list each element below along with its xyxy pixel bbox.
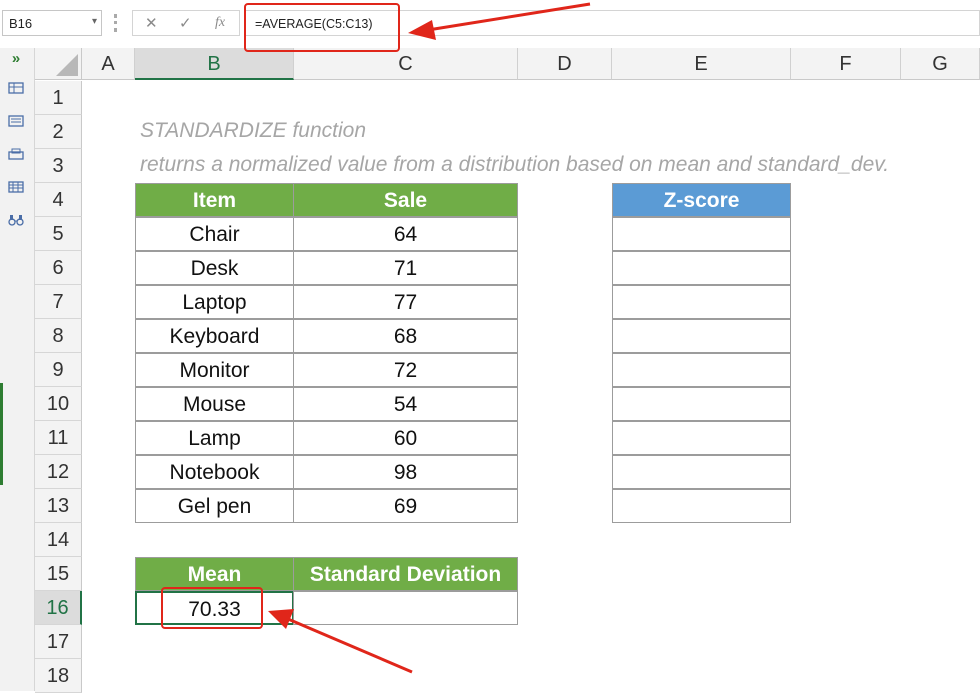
zscore-cell[interactable] [612,319,791,353]
sale-cell[interactable]: 68 [293,319,518,353]
expand-icon[interactable]: » [7,51,25,66]
sale-cell[interactable]: 54 [293,387,518,421]
sale-cell[interactable]: 98 [293,455,518,489]
header-zscore[interactable]: Z-score [612,183,791,217]
item-cell[interactable]: Mouse [135,387,294,421]
row-header-14[interactable]: 14 [35,523,82,557]
item-cell[interactable]: Notebook [135,455,294,489]
row-header-12[interactable]: 12 [35,455,82,489]
mean-highlight-box [161,587,263,629]
row-header-5[interactable]: 5 [35,217,82,251]
row-header-18[interactable]: 18 [35,659,82,693]
header-item[interactable]: Item [135,183,294,217]
header-mean[interactable]: Mean [135,557,294,591]
zscore-cell[interactable] [612,251,791,285]
item-cell[interactable]: Monitor [135,353,294,387]
column-header-c[interactable]: C [294,48,518,80]
row-header-10[interactable]: 10 [35,387,82,421]
item-cell[interactable]: Gel pen [135,489,294,523]
row-header-15[interactable]: 15 [35,557,82,591]
row-header-3[interactable]: 3 [35,149,82,183]
zscore-cell[interactable] [612,421,791,455]
row-header-9[interactable]: 9 [35,353,82,387]
sale-cell[interactable]: 69 [293,489,518,523]
column-header-a[interactable]: A [82,48,135,80]
chevron-down-icon[interactable]: ▾ [92,16,97,27]
enter-icon[interactable]: ✓ [179,14,192,32]
cancel-icon[interactable]: ✕ [145,14,158,32]
name-box-value: B16 [9,16,33,31]
zscore-cell[interactable] [612,285,791,319]
column-header-d[interactable]: D [518,48,612,80]
row-header-4[interactable]: 4 [35,183,82,217]
zscore-cell[interactable] [612,217,791,251]
formula-buttons: ✕ ✓ fx [132,10,240,36]
separator-dots [114,14,120,32]
column-header-b[interactable]: B [135,48,294,80]
formula-bar: B16 ▾ ✕ ✓ fx =AVERAGE(C5:C13) [0,0,980,49]
table-icon[interactable] [7,82,25,96]
toolbar-accent-line [0,383,3,485]
function-title: STANDARDIZE function [140,119,367,142]
item-cell[interactable]: Laptop [135,285,294,319]
binoculars-icon[interactable] [7,214,25,228]
header-standard-deviation[interactable]: Standard Deviation [293,557,518,591]
formula-highlight-box [244,3,400,52]
list-icon[interactable] [7,115,25,129]
row-header-17[interactable]: 17 [35,625,82,659]
item-cell[interactable]: Lamp [135,421,294,455]
sale-cell[interactable]: 64 [293,217,518,251]
sale-cell[interactable]: 77 [293,285,518,319]
row-header-7[interactable]: 7 [35,285,82,319]
row-header-6[interactable]: 6 [35,251,82,285]
sale-cell[interactable]: 72 [293,353,518,387]
grid-icon[interactable] [7,181,25,195]
item-cell[interactable]: Keyboard [135,319,294,353]
std-value-cell[interactable] [293,591,518,625]
zscore-cell[interactable] [612,455,791,489]
column-header-e[interactable]: E [612,48,791,80]
zscore-cell[interactable] [612,387,791,421]
name-box[interactable]: B16 ▾ [2,10,102,36]
row-header-13[interactable]: 13 [35,489,82,523]
item-cell[interactable]: Chair [135,217,294,251]
sale-cell[interactable]: 71 [293,251,518,285]
print-icon[interactable] [7,148,25,162]
mean-arrow-line [287,617,413,674]
sale-cell[interactable]: 60 [293,421,518,455]
zscore-cell[interactable] [612,353,791,387]
select-all-corner[interactable] [35,48,82,80]
function-description: returns a normalized value from a distri… [140,153,890,176]
row-header-16[interactable]: 16 [35,591,82,625]
insert-function-icon[interactable]: fx [215,15,225,31]
column-header-f[interactable]: F [791,48,901,80]
row-header-11[interactable]: 11 [35,421,82,455]
item-cell[interactable]: Desk [135,251,294,285]
row-header-1[interactable]: 1 [35,81,82,115]
zscore-cell[interactable] [612,489,791,523]
row-header-8[interactable]: 8 [35,319,82,353]
left-toolbar: » [0,48,35,691]
column-header-g[interactable]: G [901,48,980,80]
header-sale[interactable]: Sale [293,183,518,217]
row-header-2[interactable]: 2 [35,115,82,149]
